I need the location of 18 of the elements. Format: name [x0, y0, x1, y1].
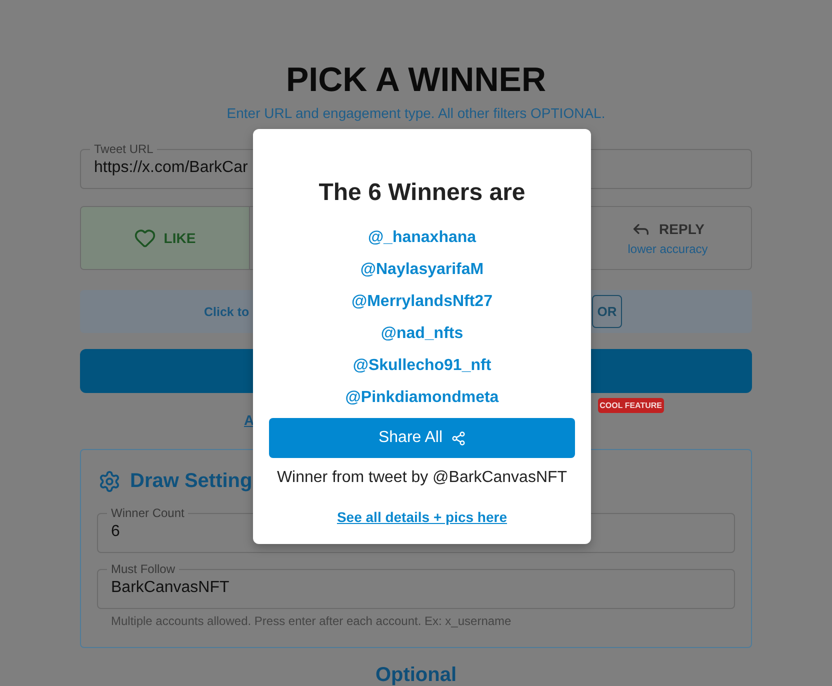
field-label: Must Follow: [110, 563, 176, 575]
dialog-title: The 6 Winners are: [318, 178, 526, 208]
section-heading: Optional: [375, 664, 457, 686]
option-label: REPLY: [659, 220, 704, 238]
card-title: Draw Setting: [130, 469, 252, 493]
field-label: Tweet URL: [93, 143, 154, 155]
page-subtitle: Enter URL and engagement type. All other filters OPTIONAL.: [226, 104, 606, 123]
field-label: Winner Count: [110, 507, 186, 519]
page-title: PICK A WINNER: [286, 60, 546, 100]
feature-badge: COOL FEATURE: [598, 398, 664, 413]
option-label: LIKE: [164, 229, 196, 247]
field-value: https://x.com/BarkCar: [94, 158, 248, 178]
filter-text: Click to: [204, 304, 250, 318]
help-text: Multiple accounts allowed. Press enter after each account. Ex: x_username: [111, 613, 512, 629]
field-value: BarkCanvasNFT: [111, 578, 230, 598]
option-note: lower accuracy: [628, 241, 708, 257]
field-value: 6: [111, 522, 120, 542]
source-text: Winner from tweet by @BarkCanvasNFT: [276, 468, 568, 488]
